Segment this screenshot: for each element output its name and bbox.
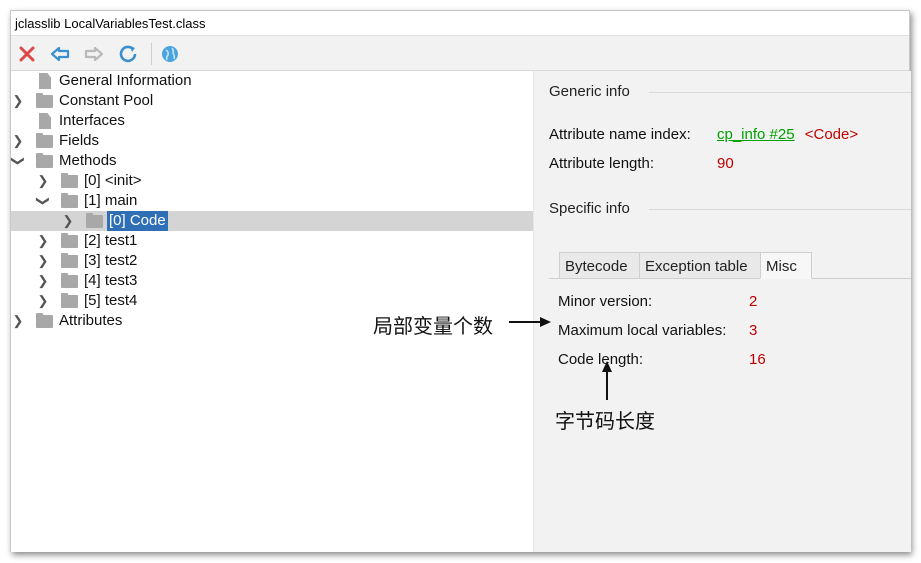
tree-label: [0] <init>	[84, 172, 142, 189]
code-length-value: 16	[749, 351, 766, 368]
folder-icon	[61, 233, 78, 248]
tree-item-fields[interactable]: ❯ Fields	[11, 131, 533, 151]
tree-label: [4] test3	[84, 272, 138, 289]
folder-icon	[61, 293, 78, 308]
specific-info-title: Specific info	[549, 200, 630, 217]
tree-item-methods[interactable]: ❯ Methods	[11, 151, 533, 171]
tree-item-constant-pool[interactable]: ❯ Constant Pool	[11, 91, 533, 111]
forward-arrow-icon[interactable]	[82, 42, 106, 66]
tree-item-method-5[interactable]: ❯ [5] test4	[11, 291, 533, 311]
file-icon	[39, 73, 51, 89]
app-window: jclasslib LocalVariablesTest.class Gener…	[10, 10, 911, 552]
folder-icon	[36, 313, 53, 328]
annotation-max-locals: 局部变量个数	[373, 314, 493, 338]
tree-item-code-selected[interactable]: ❯ [0] Code	[11, 211, 533, 231]
chevron-right-icon[interactable]: ❯	[61, 211, 75, 231]
toolbar	[11, 37, 909, 71]
attribute-name-index-label: Attribute name index:	[549, 126, 691, 143]
tree-label: [2] test1	[84, 232, 138, 249]
tab-misc[interactable]: Misc	[760, 252, 812, 279]
tree-label: General Information	[59, 72, 192, 89]
chevron-right-icon[interactable]: ❯	[36, 171, 50, 191]
divider	[649, 209, 911, 210]
toolbar-separator	[151, 43, 152, 65]
tree-item-method-4[interactable]: ❯ [4] test3	[11, 271, 533, 291]
globe-icon[interactable]	[158, 42, 182, 66]
close-icon[interactable]	[15, 42, 39, 66]
tree-item-method-3[interactable]: ❯ [3] test2	[11, 251, 533, 271]
divider	[649, 92, 911, 93]
folder-icon	[36, 133, 53, 148]
folder-icon	[61, 253, 78, 268]
tree-label: [5] test4	[84, 292, 138, 309]
cp-info-link[interactable]: cp_info #25	[717, 126, 795, 143]
tree-label: Fields	[59, 132, 100, 149]
max-locals-value: 3	[749, 322, 758, 339]
tree-label: Attributes	[59, 312, 123, 329]
chevron-right-icon[interactable]: ❯	[36, 271, 50, 291]
attribute-name: <Code>	[804, 126, 859, 143]
minor-version-label: Minor version:	[558, 293, 653, 310]
tree-item-method-1[interactable]: ❯ [1] main	[11, 191, 533, 211]
tree-item-interfaces[interactable]: Interfaces	[11, 111, 533, 131]
chevron-right-icon[interactable]: ❯	[11, 311, 25, 331]
generic-info-title: Generic info	[549, 83, 630, 100]
back-arrow-icon[interactable]	[48, 42, 72, 66]
chevron-right-icon[interactable]: ❯	[36, 251, 50, 271]
chevron-right-icon[interactable]: ❯	[11, 91, 25, 111]
window-title: jclasslib LocalVariablesTest.class	[11, 11, 909, 36]
tree-label: [1] main	[84, 192, 138, 209]
detail-panel: Generic info Attribute name index: cp_in…	[534, 71, 911, 552]
tab-bytecode[interactable]: Bytecode	[559, 252, 640, 279]
reload-icon[interactable]	[116, 42, 140, 66]
folder-icon	[61, 273, 78, 288]
annotation-code-length: 字节码长度	[555, 409, 655, 433]
chevron-right-icon[interactable]: ❯	[36, 291, 50, 311]
chevron-down-icon[interactable]: ❯	[8, 154, 28, 168]
tree-label: Methods	[59, 152, 117, 169]
attribute-length-value: 90	[717, 155, 734, 172]
tree-label: Constant Pool	[59, 92, 154, 109]
tree-label: Interfaces	[59, 112, 125, 129]
annotation-arrow-right-icon	[509, 317, 551, 327]
folder-icon	[61, 193, 78, 208]
tree-item-method-0[interactable]: ❯ [0] <init>	[11, 171, 533, 191]
file-icon	[39, 113, 51, 129]
tree-item-general-information[interactable]: General Information	[11, 71, 533, 91]
attribute-name-index-value: cp_info #25 <Code>	[717, 126, 858, 143]
annotation-arrow-up-icon	[602, 361, 612, 400]
folder-icon	[61, 173, 78, 188]
tree-label: [0] Code	[107, 211, 168, 231]
chevron-down-icon[interactable]: ❯	[33, 194, 53, 208]
minor-version-value: 2	[749, 293, 758, 310]
chevron-right-icon[interactable]: ❯	[36, 231, 50, 251]
folder-icon	[36, 93, 53, 108]
folder-icon	[36, 153, 53, 168]
attribute-length-label: Attribute length:	[549, 155, 655, 172]
max-locals-label: Maximum local variables:	[558, 322, 727, 339]
tree-label: [3] test2	[84, 252, 138, 269]
tab-exception-table[interactable]: Exception table	[639, 252, 761, 279]
folder-icon	[86, 213, 103, 228]
chevron-right-icon[interactable]: ❯	[11, 131, 25, 151]
tree-item-method-2[interactable]: ❯ [2] test1	[11, 231, 533, 251]
